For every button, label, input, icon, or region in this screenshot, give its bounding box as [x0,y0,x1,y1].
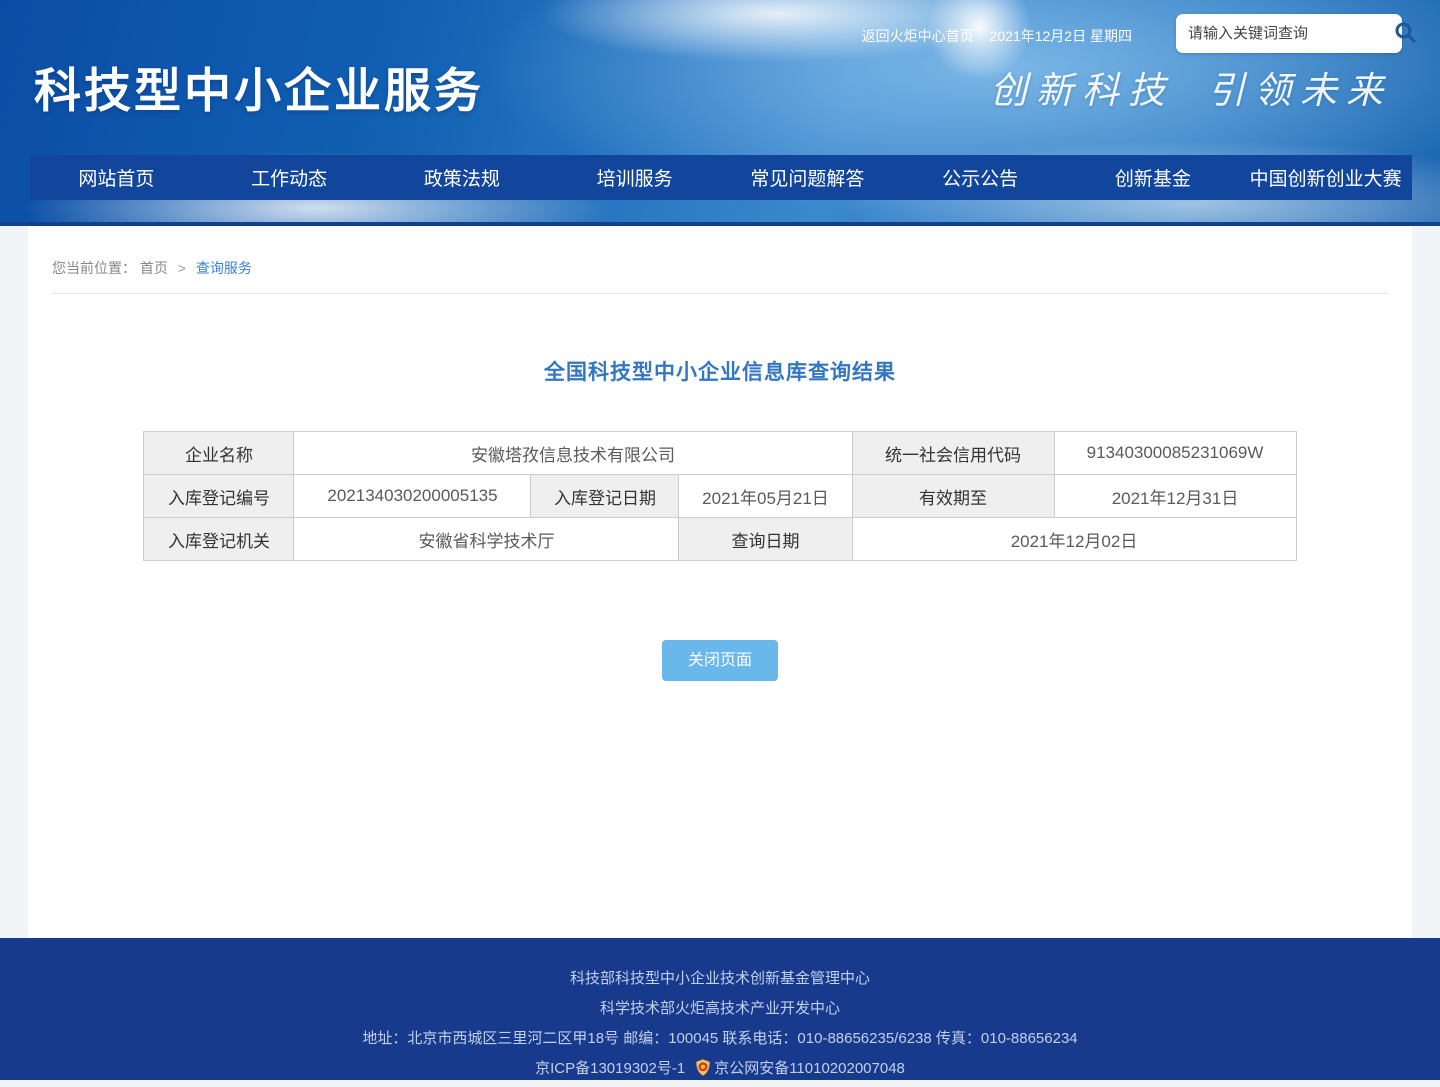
valid-until-label: 有效期至 [852,475,1054,518]
credit-code-label: 统一社会信用代码 [852,432,1054,475]
breadcrumb-divider [52,293,1388,294]
main-nav: 网站首页 工作动态 政策法规 培训服务 常见问题解答 公示公告 创新基金 中国创… [30,155,1412,200]
close-button-wrap: 关闭页面 [28,640,1412,681]
site-logo: 科技型中小企业服务 [34,52,484,121]
search-box [1176,14,1402,53]
public-security-record-number: 京公网安备11010202007048 [714,1060,905,1077]
public-security-badge-icon [695,1057,711,1087]
close-page-button[interactable]: 关闭页面 [662,640,778,681]
footer: 科技部科技型中小企业技术创新基金管理中心 科学技术部火炬高技术产业开发中心 地址… [0,938,1440,1080]
breadcrumb-separator: > [178,260,186,276]
nav-item-home[interactable]: 网站首页 [30,155,203,200]
content-panel: 您当前位置： 首页 > 查询服务 全国科技型中小企业信息库查询结果 企业名称 安… [28,226,1412,938]
nav-item-innovation-fund[interactable]: 创新基金 [1067,155,1240,200]
topbar: 返回火炬中心首页 2021年12月2日 星期四 [862,26,1132,46]
reg-date-value: 2021年05月21日 [679,475,852,518]
nav-item-policies[interactable]: 政策法规 [376,155,549,200]
reg-date-label: 入库登记日期 [531,475,679,518]
breadcrumb-label: 您当前位置： [52,260,136,276]
search-icon [1393,20,1417,47]
footer-line-registration: 京ICP备13019302号-1 京公网安备11010202007048 [0,1054,1440,1087]
reg-authority-label: 入库登记机关 [144,518,294,561]
breadcrumb: 您当前位置： 首页 > 查询服务 [28,226,1412,278]
header-slogan: 创新科技引领未来 [990,60,1392,114]
breadcrumb-current-link[interactable]: 查询服务 [196,260,252,276]
breadcrumb-home-link[interactable]: 首页 [140,260,168,276]
query-result-table: 企业名称 安徽塔孜信息技术有限公司 统一社会信用代码 9134030008523… [143,431,1296,561]
reg-authority-value: 安徽省科学技术厅 [294,518,679,561]
slogan-part2: 引领未来 [1208,69,1392,112]
back-to-torch-home-link[interactable]: 返回火炬中心首页 [862,26,974,46]
nav-item-training[interactable]: 培训服务 [548,155,721,200]
reg-no-value: 202134030200005135 [294,475,531,518]
table-row: 入库登记机关 安徽省科学技术厅 查询日期 2021年12月02日 [144,518,1296,561]
nav-item-announcements[interactable]: 公示公告 [894,155,1067,200]
company-name-value: 安徽塔孜信息技术有限公司 [294,432,852,475]
nav-underline [0,222,1440,226]
nav-item-innovation-competition[interactable]: 中国创新创业大赛 [1239,155,1412,200]
page-title: 全国科技型中小企业信息库查询结果 [28,356,1412,386]
company-name-label: 企业名称 [144,432,294,475]
current-date: 2021年12月2日 星期四 [990,26,1132,46]
footer-line-torch-center: 科学技术部火炬高技术产业开发中心 [0,994,1440,1024]
table-row: 入库登记编号 202134030200005135 入库登记日期 2021年05… [144,475,1296,518]
footer-line-fund-center: 科技部科技型中小企业技术创新基金管理中心 [0,938,1440,994]
query-date-label: 查询日期 [679,518,852,561]
query-date-value: 2021年12月02日 [852,518,1296,561]
nav-item-work-news[interactable]: 工作动态 [203,155,376,200]
icp-record-number: 京ICP备13019302号-1 [535,1060,685,1077]
reg-no-label: 入库登记编号 [144,475,294,518]
credit-code-value: 91340300085231069W [1054,432,1296,475]
slogan-part1: 创新科技 [990,69,1174,112]
footer-line-address: 地址：北京市西城区三里河二区甲18号 邮编：100045 联系电话：010-88… [0,1024,1440,1054]
valid-until-value: 2021年12月31日 [1054,475,1296,518]
search-input[interactable] [1176,25,1393,42]
search-button[interactable] [1393,14,1417,53]
nav-item-faq[interactable]: 常见问题解答 [721,155,894,200]
table-row: 企业名称 安徽塔孜信息技术有限公司 统一社会信用代码 9134030008523… [144,432,1296,475]
